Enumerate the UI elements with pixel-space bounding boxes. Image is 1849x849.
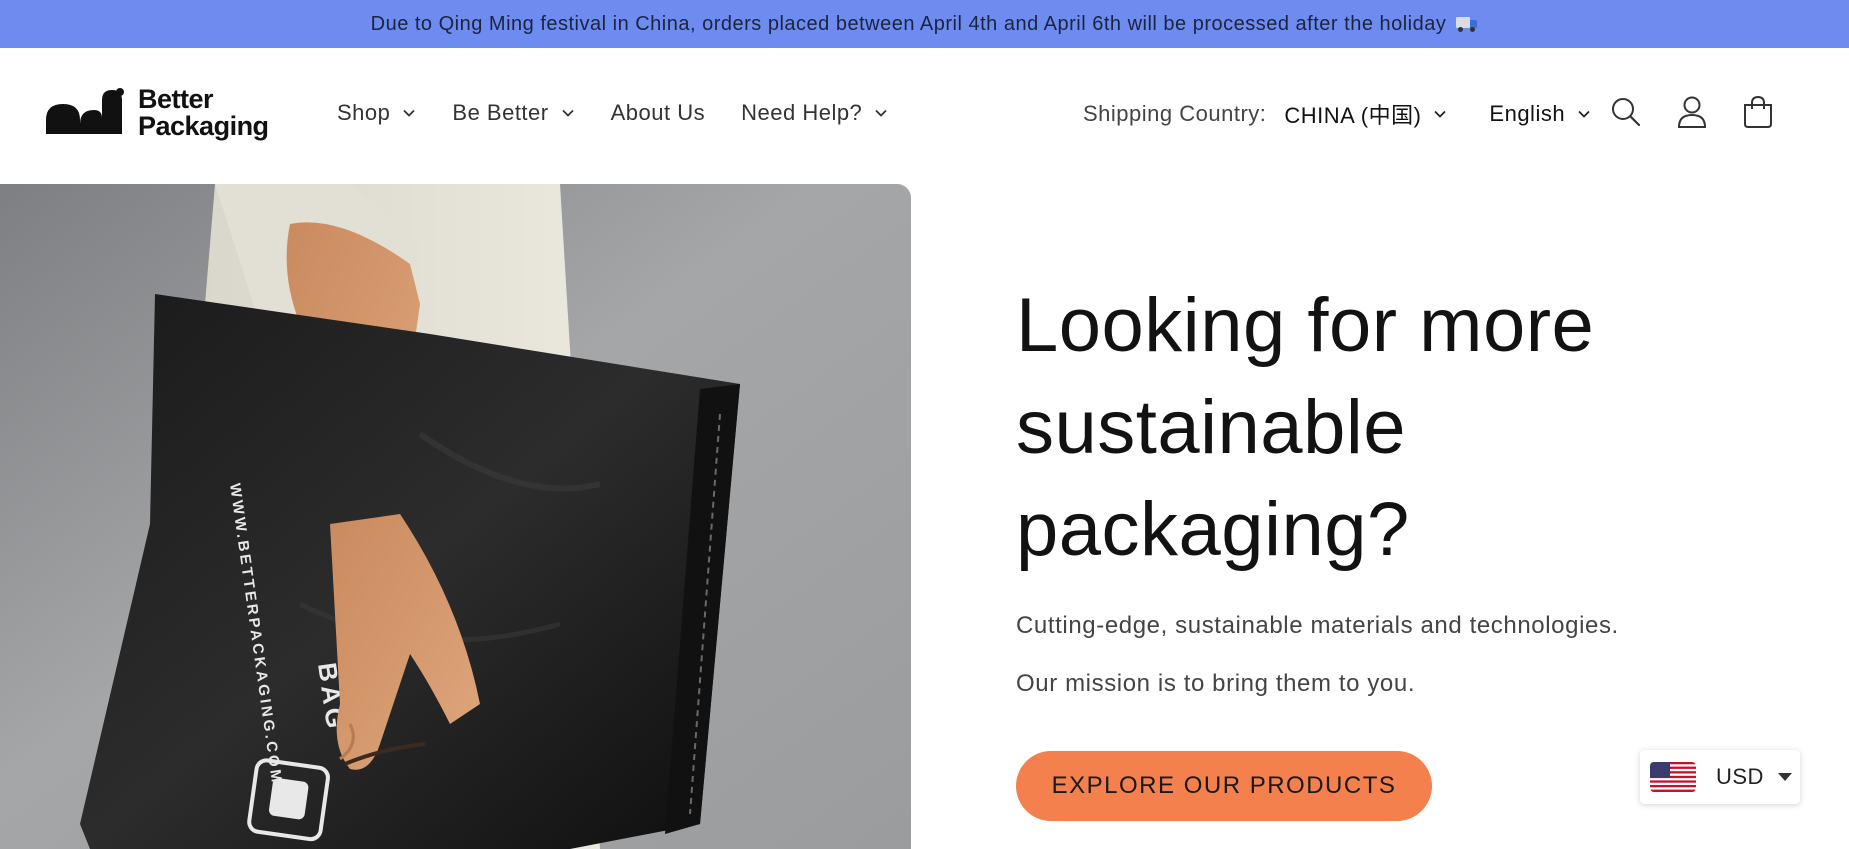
announcement-text: Due to Qing Ming festival in China, orde… xyxy=(370,12,1447,35)
account-button[interactable] xyxy=(1672,92,1712,132)
account-icon xyxy=(1677,96,1707,128)
cart-icon xyxy=(1744,95,1772,128)
chevron-down-icon xyxy=(1578,110,1590,118)
language-value: English xyxy=(1489,101,1566,126)
explore-products-button[interactable]: EXPLORE OUR PRODUCTS xyxy=(1016,751,1432,821)
main-nav: Shop Be Better About Us Need Help? xyxy=(337,100,924,126)
caret-down-icon xyxy=(1777,773,1792,781)
logo-line-2: Packaging xyxy=(138,111,269,141)
us-flag-icon xyxy=(1650,762,1696,792)
language-selector[interactable]: English xyxy=(1489,101,1591,127)
nav-shop[interactable]: Shop xyxy=(337,100,416,126)
nav-need-help[interactable]: Need Help? xyxy=(741,100,888,126)
chevron-down-icon xyxy=(875,109,887,117)
hero-title: Looking for more sustainable packaging? xyxy=(1016,283,1595,572)
hero-subtitle-1: Cutting-edge, sustainable materials and … xyxy=(1016,612,1619,639)
search-button[interactable] xyxy=(1606,92,1646,132)
country-selector[interactable]: CHINA (中国) xyxy=(1284,98,1447,130)
search-icon xyxy=(1612,98,1641,127)
currency-selector[interactable]: USD xyxy=(1640,750,1800,804)
nav-shop-label: Shop xyxy=(337,100,391,125)
nav-be-better-label: Be Better xyxy=(452,100,549,125)
logo-line-1: Better xyxy=(138,84,214,114)
localization-tools: Shipping Country: CHINA (中国) English xyxy=(1083,98,1591,130)
logo[interactable]: Better Packaging xyxy=(44,86,269,140)
site-header: Better Packaging Shop Be Better About Us… xyxy=(0,48,1849,184)
nav-be-better[interactable]: Be Better xyxy=(452,100,574,126)
nav-about-us[interactable]: About Us xyxy=(611,100,706,126)
chevron-down-icon xyxy=(1434,110,1447,118)
logo-text: Better Packaging xyxy=(138,86,269,140)
announcement-bar: Due to Qing Ming festival in China, orde… xyxy=(0,0,1849,48)
cart-button[interactable] xyxy=(1738,92,1778,132)
nav-about-us-label: About Us xyxy=(610,100,706,125)
chevron-down-icon xyxy=(403,109,416,117)
hero-subtitle-2: Our mission is to bring them to you. xyxy=(1016,670,1416,697)
chevron-down-icon xyxy=(561,109,574,117)
shipping-country-label: Shipping Country: xyxy=(1083,101,1267,126)
country-value: CHINA (中国) xyxy=(1284,103,1422,128)
truck-icon xyxy=(1456,17,1478,32)
hero-image: WWW.BETTERPACKAGING.COM BAG xyxy=(0,184,911,849)
currency-code: USD xyxy=(1716,764,1764,789)
logo-mark-icon xyxy=(44,88,124,138)
nav-need-help-label: Need Help? xyxy=(741,100,863,125)
